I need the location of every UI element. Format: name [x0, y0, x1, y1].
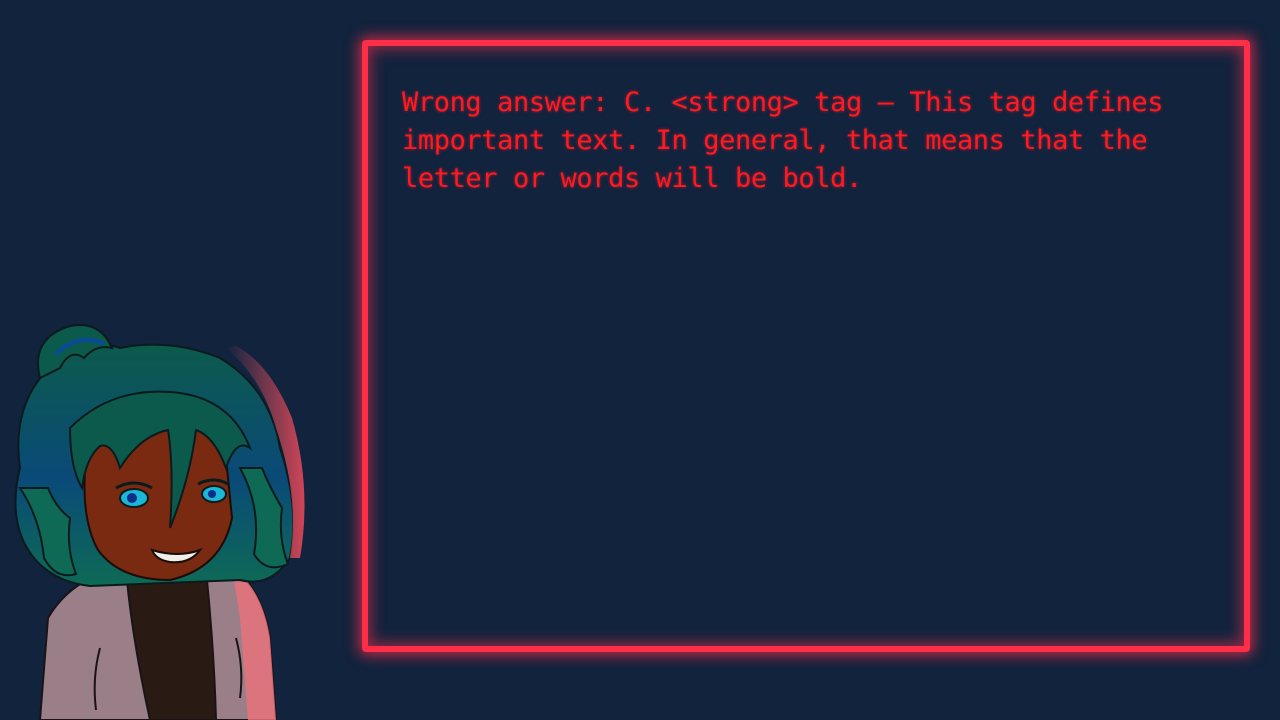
- character-portrait-icon: [14, 324, 305, 720]
- dialog-text: Wrong answer: C. <strong> tag – This tag…: [402, 87, 1164, 194]
- dialog-box[interactable]: Wrong answer: C. <strong> tag – This tag…: [362, 40, 1250, 652]
- game-screen: Wrong answer: C. <strong> tag – This tag…: [0, 0, 1280, 720]
